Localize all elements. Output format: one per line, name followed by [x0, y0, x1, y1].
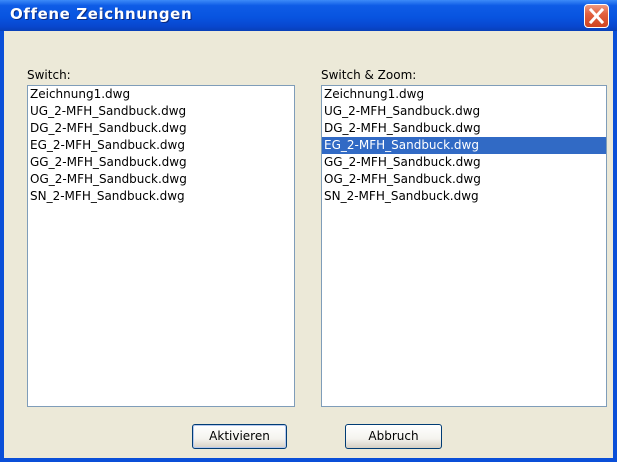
list-item[interactable]: DG_2-MFH_Sandbuck.dwg [322, 120, 606, 137]
list-item[interactable]: Zeichnung1.dwg [322, 86, 606, 103]
list-item[interactable]: UG_2-MFH_Sandbuck.dwg [322, 103, 606, 120]
list-item[interactable]: EG_2-MFH_Sandbuck.dwg [322, 137, 606, 154]
switch-zoom-listbox[interactable]: Zeichnung1.dwg UG_2-MFH_Sandbuck.dwg DG_2-… [321, 85, 607, 407]
list-item[interactable]: GG_2-MFH_Sandbuck.dwg [322, 154, 606, 171]
list-item[interactable]: UG_2-MFH_Sandbuck.dwg [28, 103, 294, 120]
list-item[interactable]: OG_2-MFH_Sandbuck.dwg [322, 171, 606, 188]
list-item[interactable]: Zeichnung1.dwg [28, 86, 294, 103]
close-button[interactable] [584, 4, 609, 28]
switch-listbox[interactable]: Zeichnung1.dwg UG_2-MFH_Sandbuck.dwg DG_2-… [27, 85, 295, 407]
dialog-body: Switch: Zeichnung1.dwg UG_2-MFH_Sandbuck.… [4, 31, 613, 458]
list-item[interactable]: SN_2-MFH_Sandbuck.dwg [322, 188, 606, 205]
list-item[interactable]: OG_2-MFH_Sandbuck.dwg [28, 171, 294, 188]
close-icon [588, 8, 605, 24]
abbruch-button[interactable]: Abbruch [345, 424, 442, 449]
switch-zoom-label: Switch & Zoom: [321, 68, 417, 82]
title-bar[interactable]: Offene Zeichnungen [0, 0, 617, 31]
switch-label: Switch: [27, 68, 71, 82]
list-item[interactable]: GG_2-MFH_Sandbuck.dwg [28, 154, 294, 171]
list-item[interactable]: EG_2-MFH_Sandbuck.dwg [28, 137, 294, 154]
dialog-window: Offene Zeichnungen Switch: Zeichnung1.dw… [0, 0, 617, 462]
aktivieren-button[interactable]: Aktivieren [192, 424, 287, 449]
list-item[interactable]: SN_2-MFH_Sandbuck.dwg [28, 188, 294, 205]
window-title: Offene Zeichnungen [10, 5, 193, 23]
list-item[interactable]: DG_2-MFH_Sandbuck.dwg [28, 120, 294, 137]
